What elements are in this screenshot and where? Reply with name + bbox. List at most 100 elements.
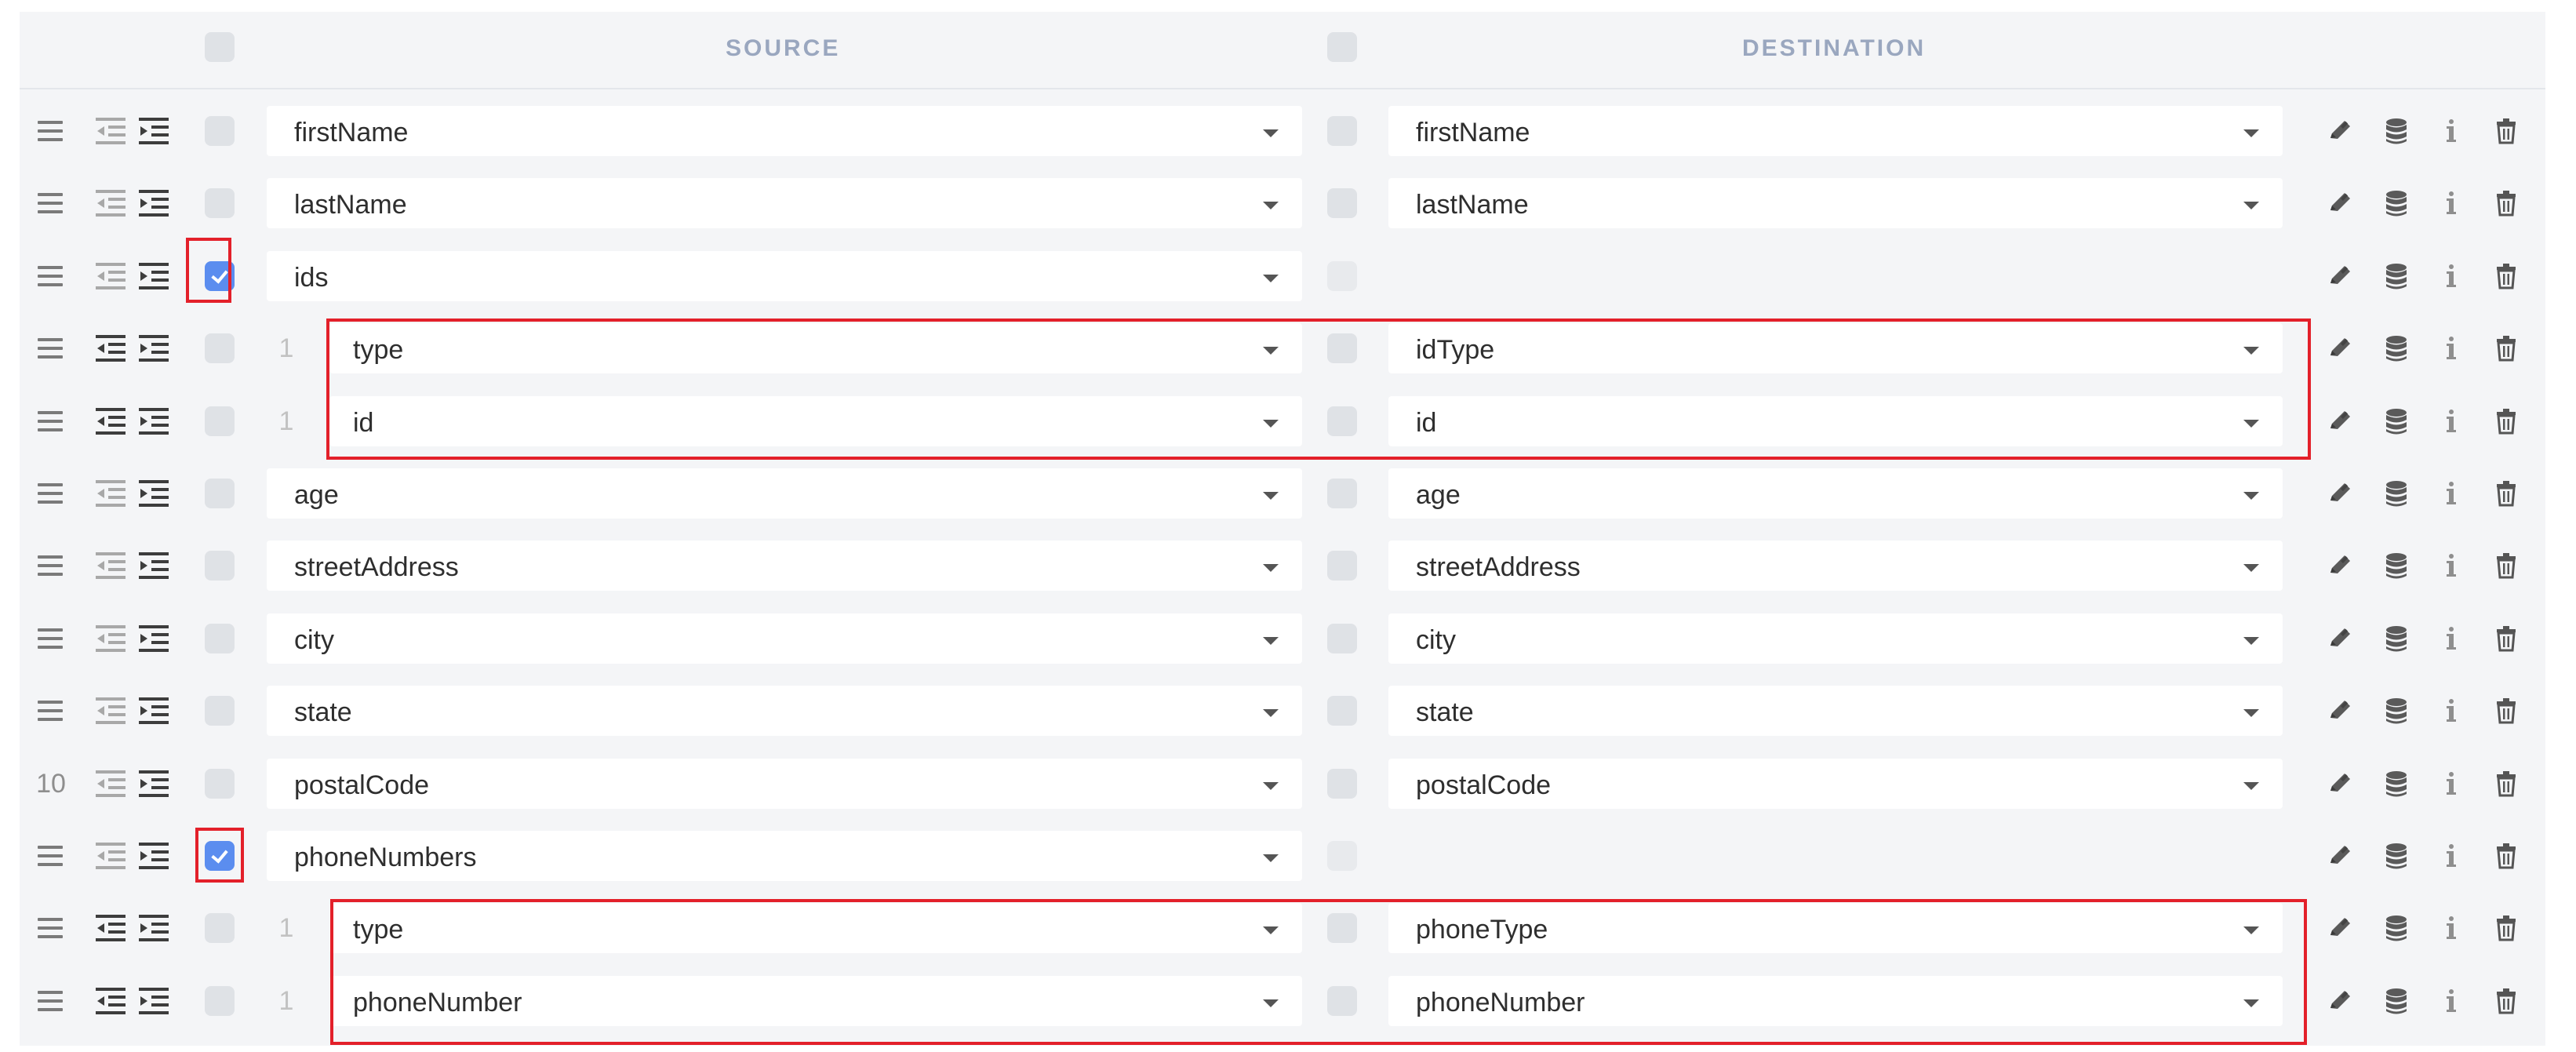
- destination-field-select[interactable]: postalCode: [1388, 758, 2283, 809]
- info-icon[interactable]: [2436, 333, 2467, 364]
- outdent-icon[interactable]: [96, 770, 127, 797]
- indent-icon[interactable]: [139, 335, 170, 362]
- pencil-icon[interactable]: [2324, 187, 2356, 219]
- source-field-select[interactable]: lastName: [267, 178, 1302, 229]
- destination-field-select[interactable]: age: [1388, 468, 2283, 519]
- source-field-checkbox[interactable]: [205, 333, 235, 364]
- trash-icon[interactable]: [2490, 550, 2522, 581]
- trash-icon[interactable]: [2490, 187, 2522, 219]
- database-icon[interactable]: [2381, 333, 2412, 364]
- trash-icon[interactable]: [2490, 840, 2522, 872]
- trash-icon[interactable]: [2490, 623, 2522, 654]
- pencil-icon[interactable]: [2324, 406, 2356, 437]
- indent-icon[interactable]: [139, 770, 170, 797]
- outdent-icon[interactable]: [96, 118, 127, 144]
- outdent-icon[interactable]: [96, 335, 127, 362]
- pencil-icon[interactable]: [2324, 333, 2356, 364]
- outdent-icon[interactable]: [96, 262, 127, 289]
- drag-handle-icon[interactable]: [38, 990, 63, 1017]
- destination-field-checkbox[interactable]: [1327, 479, 1357, 508]
- database-icon[interactable]: [2381, 695, 2412, 726]
- drag-handle-icon[interactable]: [38, 918, 63, 944]
- info-icon[interactable]: [2436, 260, 2467, 292]
- info-icon[interactable]: [2436, 768, 2467, 799]
- outdent-icon[interactable]: [96, 190, 127, 217]
- source-field-checkbox[interactable]: [205, 406, 235, 436]
- pencil-icon[interactable]: [2324, 985, 2356, 1017]
- drag-handle-icon[interactable]: [38, 846, 63, 872]
- trash-icon[interactable]: [2490, 115, 2522, 147]
- source-field-checkbox[interactable]: [205, 623, 235, 653]
- trash-icon[interactable]: [2490, 695, 2522, 726]
- outdent-icon[interactable]: [96, 624, 127, 652]
- pencil-icon[interactable]: [2324, 623, 2356, 654]
- destination-field-select[interactable]: streetAddress: [1388, 541, 2283, 592]
- trash-icon[interactable]: [2490, 406, 2522, 437]
- database-icon[interactable]: [2381, 985, 2412, 1017]
- trash-icon[interactable]: [2490, 478, 2522, 509]
- indent-icon[interactable]: [139, 407, 170, 435]
- database-icon[interactable]: [2381, 260, 2412, 292]
- trash-icon[interactable]: [2490, 768, 2522, 799]
- source-field-select[interactable]: age: [267, 468, 1302, 519]
- outdent-icon[interactable]: [96, 697, 127, 725]
- destination-field-select[interactable]: state: [1388, 686, 2283, 737]
- info-icon[interactable]: [2436, 550, 2467, 581]
- info-icon[interactable]: [2436, 406, 2467, 437]
- indent-icon[interactable]: [139, 480, 170, 507]
- outdent-icon[interactable]: [96, 552, 127, 580]
- drag-handle-icon[interactable]: [38, 628, 63, 654]
- database-icon[interactable]: [2381, 912, 2412, 944]
- source-field-select[interactable]: firstName: [267, 106, 1302, 156]
- destination-field-checkbox[interactable]: [1327, 188, 1357, 219]
- drag-handle-icon[interactable]: [38, 265, 63, 292]
- destination-field-checkbox[interactable]: [1327, 116, 1357, 146]
- source-field-checkbox[interactable]: [205, 768, 235, 799]
- info-icon[interactable]: [2436, 187, 2467, 219]
- indent-icon[interactable]: [139, 190, 170, 217]
- drag-handle-icon[interactable]: [38, 121, 63, 147]
- source-field-checkbox[interactable]: [205, 913, 235, 944]
- database-icon[interactable]: [2381, 550, 2412, 581]
- pencil-icon[interactable]: [2324, 115, 2356, 147]
- drag-handle-icon[interactable]: [38, 483, 63, 509]
- source-field-select[interactable]: streetAddress: [267, 541, 1302, 592]
- outdent-icon[interactable]: [96, 407, 127, 435]
- indent-icon[interactable]: [139, 987, 170, 1014]
- source-field-select[interactable]: phoneNumbers: [267, 831, 1302, 881]
- drag-handle-icon[interactable]: [38, 555, 63, 581]
- outdent-icon[interactable]: [96, 480, 127, 507]
- source-field-checkbox[interactable]: [205, 696, 235, 726]
- drag-handle-icon[interactable]: [38, 338, 63, 364]
- pencil-icon[interactable]: [2324, 550, 2356, 581]
- info-icon[interactable]: [2436, 695, 2467, 726]
- destination-field-checkbox[interactable]: [1327, 696, 1357, 726]
- indent-icon[interactable]: [139, 624, 170, 652]
- indent-icon[interactable]: [139, 915, 170, 942]
- drag-handle-icon[interactable]: [38, 410, 63, 437]
- indent-icon[interactable]: [139, 843, 170, 869]
- source-field-select[interactable]: city: [267, 613, 1302, 664]
- outdent-icon[interactable]: [96, 915, 127, 942]
- source-field-checkbox[interactable]: [205, 116, 235, 146]
- drag-handle-icon[interactable]: [38, 701, 63, 726]
- pencil-icon[interactable]: [2324, 260, 2356, 292]
- source-field-select[interactable]: postalCode: [267, 758, 1302, 809]
- info-icon[interactable]: [2436, 985, 2467, 1017]
- destination-field-checkbox[interactable]: [1327, 768, 1357, 799]
- outdent-icon[interactable]: [96, 843, 127, 869]
- info-icon[interactable]: [2436, 912, 2467, 944]
- pencil-icon[interactable]: [2324, 840, 2356, 872]
- pencil-icon[interactable]: [2324, 912, 2356, 944]
- database-icon[interactable]: [2381, 406, 2412, 437]
- trash-icon[interactable]: [2490, 912, 2522, 944]
- indent-icon[interactable]: [139, 262, 170, 289]
- trash-icon[interactable]: [2490, 985, 2522, 1017]
- pencil-icon[interactable]: [2324, 768, 2356, 799]
- database-icon[interactable]: [2381, 478, 2412, 509]
- database-icon[interactable]: [2381, 623, 2412, 654]
- info-icon[interactable]: [2436, 623, 2467, 654]
- source-field-checkbox[interactable]: [205, 985, 235, 1016]
- info-icon[interactable]: [2436, 115, 2467, 147]
- source-field-select[interactable]: state: [267, 686, 1302, 737]
